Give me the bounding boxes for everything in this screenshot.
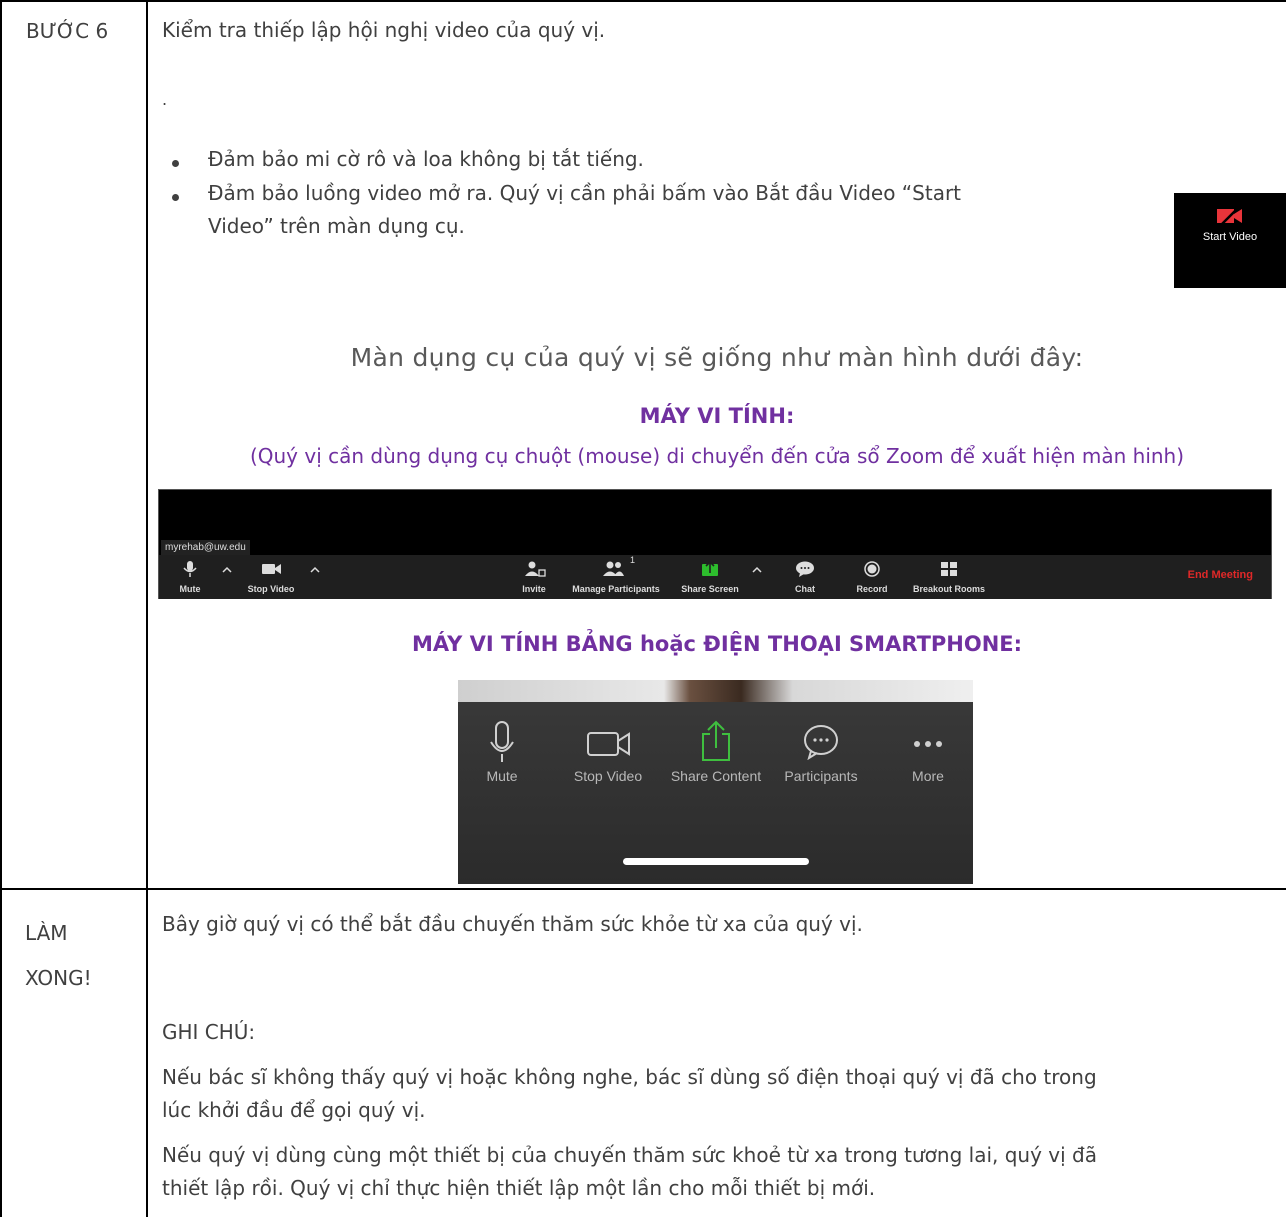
desktop-toolbar: Mute Stop Video Invite 1 Manage Particip…	[159, 555, 1271, 599]
add-user-icon	[525, 561, 546, 577]
start-video-label: Start Video	[1202, 231, 1258, 243]
video-options-caret[interactable]	[307, 555, 323, 599]
chat-bubble-icon	[804, 725, 838, 760]
mobile-mute-label: Mute	[486, 768, 518, 784]
start-video-thumbnail: Start Video	[1174, 193, 1286, 288]
row-divider	[0, 888, 1286, 890]
computer-heading: MÁY VI TÍNH:	[639, 404, 795, 428]
done-start-visit: Bây giờ quý vị có thể bắt đầu chuyến thă…	[162, 912, 863, 936]
table-top-border	[0, 0, 1286, 2]
mute-label: Mute	[179, 584, 201, 594]
bullet-marker	[172, 194, 179, 201]
step-label: BƯỚC 6	[26, 19, 109, 43]
note-para1-line2: lúc khởi đầu để gọi quý vị.	[162, 1098, 426, 1122]
invite-label: Invite	[522, 584, 546, 594]
bullet-start-video-cont: Video” trên màn dụng cụ.	[208, 214, 465, 238]
mobile-mute-button[interactable]: Mute	[458, 720, 552, 790]
note-heading: GHI CHÚ:	[162, 1020, 256, 1044]
record-label: Record	[856, 584, 888, 594]
chat-label: Chat	[795, 584, 815, 594]
record-icon	[864, 561, 880, 577]
share-screen-label: Share Screen	[681, 584, 739, 594]
audio-options-caret[interactable]	[219, 555, 235, 599]
steps-table: BƯỚC 6 Kiểm tra thiếp lập hội nghị video…	[0, 0, 1286, 1217]
note-para2-line2: thiết lập rồi. Quý vị chỉ thực hiện thiế…	[162, 1176, 876, 1200]
bullet-start-video: Đảm bảo luồng video mở ra. Quý vị cần ph…	[208, 181, 962, 205]
manage-participants-label: Manage Participants	[572, 584, 660, 594]
video-feed-strip	[458, 680, 973, 702]
end-meeting-button[interactable]: End Meeting	[1188, 569, 1253, 581]
participants-icon	[603, 561, 624, 576]
share-screen-button[interactable]: Share Screen	[675, 555, 745, 599]
share-screen-icon	[702, 561, 718, 576]
participant-count: 1	[630, 555, 636, 565]
bullet-marker	[172, 160, 179, 167]
toolbar-heading: Màn dụng cụ của quý vị sẽ giống như màn …	[350, 343, 1084, 372]
chat-button[interactable]: Chat	[785, 555, 825, 599]
spacer-dot: .	[162, 90, 168, 109]
microphone-icon	[490, 721, 514, 762]
stop-video-label: Stop Video	[247, 584, 295, 594]
mute-button[interactable]: Mute	[173, 555, 207, 599]
mobile-more-button[interactable]: More	[878, 720, 973, 790]
mobile-participants-label: Participants	[784, 768, 858, 784]
mobile-participants-button[interactable]: Participants	[771, 720, 871, 790]
video-camera-icon	[587, 732, 630, 756]
note-para2-line1: Nếu quý vị dùng cùng một thiết bị của ch…	[162, 1143, 1097, 1167]
mobile-heading: MÁY VI TÍNH BẢNG hoặc ĐIỆN THOẠI SMARTPH…	[411, 632, 1023, 656]
bullet-mute-speaker: Đảm bảo mi cờ rô và loa không bị tắt tiế…	[208, 147, 644, 171]
mobile-share-content-label: Share Content	[670, 768, 762, 784]
invite-button[interactable]: Invite	[514, 555, 554, 599]
home-indicator	[623, 858, 809, 865]
chevron-up-icon	[222, 566, 232, 573]
video-camera-icon	[262, 564, 281, 574]
done-label-line1: LÀM	[25, 921, 68, 945]
breakout-rooms-button[interactable]: Breakout Rooms	[907, 555, 991, 599]
more-dots-icon	[914, 741, 942, 747]
microphone-icon	[183, 561, 197, 577]
breakout-rooms-icon	[941, 562, 957, 576]
mobile-stop-video-button[interactable]: Stop Video	[558, 720, 658, 790]
computer-note: (Quý vị cần dùng dụng cụ chuột (mouse) d…	[249, 444, 1185, 468]
chat-bubble-icon	[796, 561, 814, 577]
breakout-rooms-label: Breakout Rooms	[912, 584, 985, 594]
mobile-share-content-button[interactable]: Share Content	[666, 720, 766, 790]
chevron-up-icon	[752, 566, 762, 573]
mobile-more-label: More	[912, 768, 944, 784]
user-email: myrehab@uw.edu	[161, 540, 250, 555]
video-off-icon	[1217, 205, 1242, 227]
record-button[interactable]: Record	[851, 555, 893, 599]
desktop-toolbar-screenshot: myrehab@uw.edu Mute Stop Video Invite 1 …	[158, 489, 1272, 599]
note-para1-line1: Nếu bác sĩ không thấy quý vị hoặc không …	[162, 1065, 1097, 1089]
done-label-line2: XONG!	[25, 966, 92, 990]
mobile-toolbar-screenshot: Mute Stop Video Share Content Participan…	[458, 680, 973, 884]
column-divider	[146, 0, 148, 1217]
step-intro: Kiểm tra thiếp lập hội nghị video của qu…	[162, 18, 606, 42]
stop-video-button[interactable]: Stop Video	[239, 555, 303, 599]
manage-participants-button[interactable]: 1 Manage Participants	[564, 555, 668, 599]
mobile-stop-video-label: Stop Video	[573, 768, 643, 784]
share-options-caret[interactable]	[749, 555, 765, 599]
table-left-border	[0, 0, 2, 1217]
chevron-up-icon	[310, 566, 320, 573]
share-icon	[702, 720, 730, 761]
